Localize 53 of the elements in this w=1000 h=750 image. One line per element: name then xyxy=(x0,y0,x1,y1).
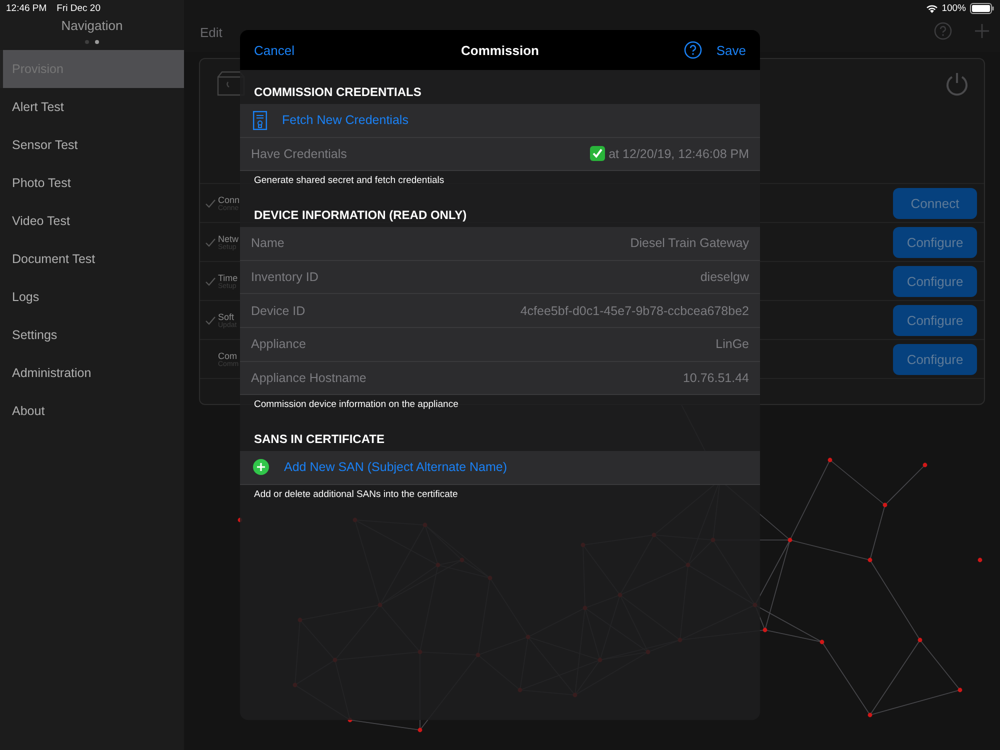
add-icon[interactable] xyxy=(974,23,990,39)
sidebar-item[interactable]: Photo Test xyxy=(0,164,184,202)
row-label: Device ID xyxy=(251,304,306,318)
step-title: Time xyxy=(218,272,239,282)
row-label: Inventory ID xyxy=(251,270,318,284)
row-value: at 12/20/19, 12:46:08 PM xyxy=(608,146,749,161)
add-icon xyxy=(253,459,269,476)
power-icon[interactable] xyxy=(944,71,970,97)
section-footer: Generate shared secret and fetch credentials xyxy=(240,171,760,194)
row-label: Have Credentials xyxy=(251,146,347,161)
dialog-title: Commission xyxy=(460,42,540,58)
sidebar-item[interactable]: Settings xyxy=(0,316,184,354)
status-date: Fri Dec 20 xyxy=(56,2,100,14)
step-title: Netw xyxy=(218,234,239,244)
row-value: Diesel Train Gateway xyxy=(630,236,749,250)
sidebar-item[interactable]: Document Test xyxy=(0,240,184,278)
battery-icon xyxy=(970,2,994,14)
sidebar-item[interactable]: Video Test xyxy=(0,202,184,240)
status-time: 12:46 PM xyxy=(6,2,47,14)
help-icon[interactable] xyxy=(684,41,702,59)
row-value: dieselgw xyxy=(700,270,749,284)
page-dot[interactable] xyxy=(85,40,89,44)
action-label: Add New SAN (Subject Alternate Name) xyxy=(284,460,508,474)
cancel-button[interactable]: Cancel xyxy=(254,42,294,58)
row-value: 4cfee5bf-d0c1-45e7-9b78-ccbcea678be2 xyxy=(520,304,749,318)
section-footer: Commission device information on the appliance xyxy=(240,395,760,418)
row-value: LinGe xyxy=(716,337,749,352)
page-dot[interactable] xyxy=(95,40,99,44)
action-row[interactable]: Fetch New Credentials xyxy=(240,104,760,138)
sidebar-title: Navigation xyxy=(60,18,124,33)
section-header: DEVICE INFORMATION (READ ONLY) xyxy=(253,207,468,224)
sidebar-item[interactable]: Logs xyxy=(0,278,184,316)
row-value: 10.76.51.44 xyxy=(682,370,749,385)
section-footer: Add or delete additional SANs into the certificate xyxy=(240,484,760,507)
row-label: Name xyxy=(251,236,284,250)
section-header: COMMISSION CREDENTIALS xyxy=(253,84,422,101)
sidebar-item[interactable]: Sensor Test xyxy=(0,126,184,164)
step-title: Soft xyxy=(218,312,234,322)
sidebar-item[interactable]: About xyxy=(0,392,184,430)
step-title: Conn xyxy=(218,194,239,204)
certificate-icon xyxy=(253,110,267,130)
action-label: Fetch New Credentials xyxy=(282,113,408,128)
sidebar-item[interactable]: Alert Test xyxy=(0,88,184,126)
section-header: SANS IN CERTIFICATE xyxy=(253,431,386,448)
row-label: Appliance Hostname xyxy=(251,370,366,385)
step-title: Com xyxy=(218,350,238,360)
save-button[interactable]: Save xyxy=(716,42,746,58)
edit-button[interactable]: Edit xyxy=(200,25,222,40)
row-label: Appliance xyxy=(251,337,306,352)
sidebar-item[interactable]: Administration xyxy=(0,354,184,392)
wifi-icon xyxy=(926,4,938,12)
action-row[interactable]: Add New SAN (Subject Alternate Name) xyxy=(240,451,760,485)
battery-percent: 100% xyxy=(942,2,966,14)
